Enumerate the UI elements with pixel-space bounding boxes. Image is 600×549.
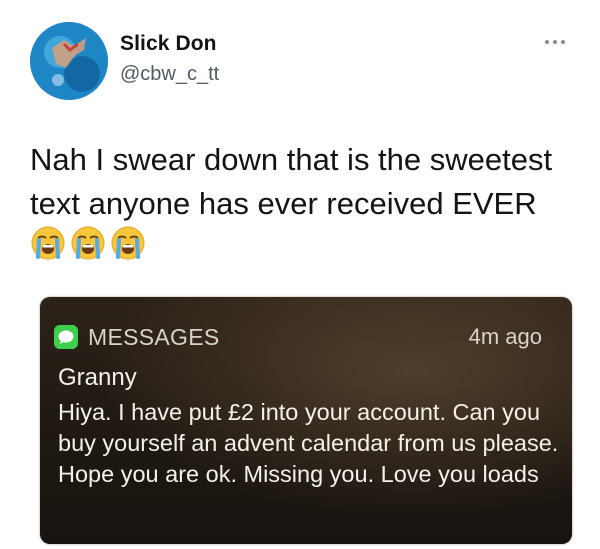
avatar-image	[30, 22, 108, 100]
user-avatar[interactable]	[30, 22, 108, 100]
loudly-crying-face-icon	[111, 226, 145, 260]
emoji-row	[30, 225, 146, 265]
notification-header: MESSAGES 4m ago	[54, 322, 552, 352]
message-body: Hiya. I have put £2 into your account. C…	[58, 399, 559, 487]
loudly-crying-face-icon	[71, 226, 105, 260]
more-horizontal-icon[interactable]	[544, 38, 566, 46]
user-handle[interactable]: @cbw_c_tt	[120, 63, 219, 86]
loudly-crying-face-icon	[31, 226, 65, 260]
tweet-card: Slick Don @cbw_c_tt Nah I swear down tha…	[0, 0, 600, 549]
messages-app-icon	[54, 325, 78, 349]
display-name[interactable]: Slick Don	[120, 32, 217, 56]
message-sender: Granny	[58, 364, 137, 391]
app-name: MESSAGES	[88, 324, 220, 350]
tweet-text: Nah I swear down that is the sweetest te…	[30, 142, 553, 221]
message-notification[interactable]: MESSAGES 4m ago Granny Hiya. I have put …	[40, 297, 572, 544]
notification-time: 4m ago	[468, 324, 542, 349]
